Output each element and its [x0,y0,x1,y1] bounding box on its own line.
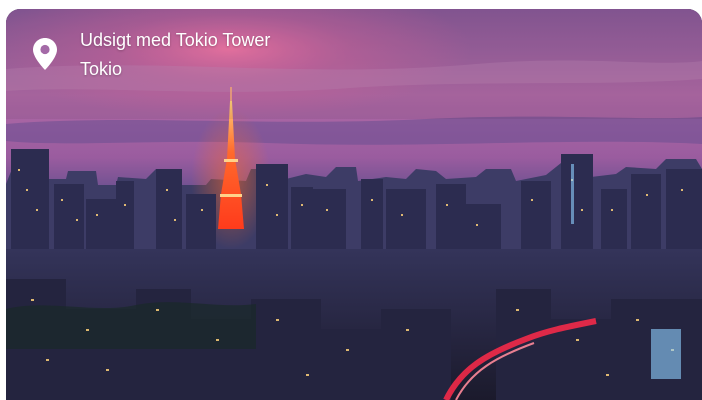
map-pin-icon [33,38,57,70]
location-title: Udsigt med Tokio Tower [80,30,271,50]
location-caption: Udsigt med Tokio Tower Tokio [32,30,271,80]
location-city: Tokio [80,59,123,79]
location-photo-card[interactable]: Udsigt med Tokio Tower Tokio [6,9,702,400]
